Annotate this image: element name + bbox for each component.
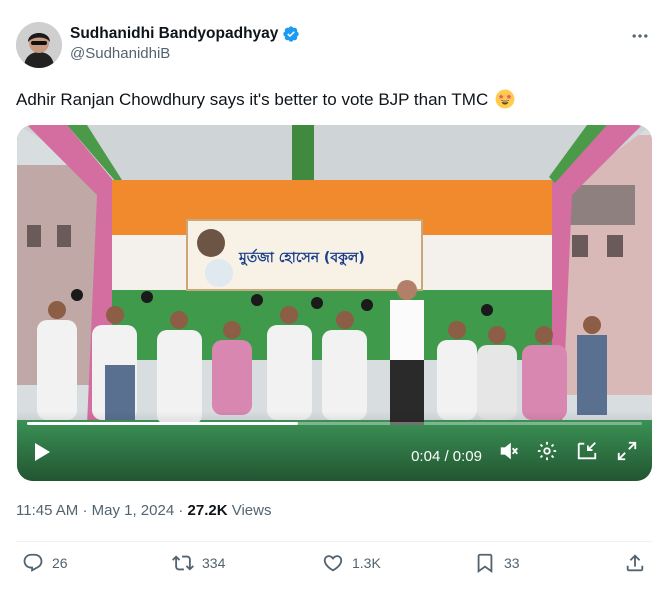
reply-count: 26 xyxy=(52,555,68,571)
tweet-meta: 11:45 AM · May 1, 2024 · 27.2K Views xyxy=(16,502,271,519)
bookmark-icon xyxy=(477,553,493,574)
video-progress-bar[interactable] xyxy=(27,422,642,425)
star-struck-emoji-icon xyxy=(495,89,515,109)
like-count: 1.3K xyxy=(352,555,381,571)
more-dots-icon[interactable] xyxy=(630,26,650,51)
author-handle[interactable]: @SudhanidhiB xyxy=(70,45,300,62)
meta-separator: · xyxy=(82,502,88,519)
verified-badge-icon xyxy=(283,26,300,42)
picture-in-picture-icon[interactable] xyxy=(576,440,598,467)
reply-button[interactable]: 26 xyxy=(22,552,68,574)
tweet-text: Adhir Ranjan Chowdhury says it's better … xyxy=(16,89,515,111)
video-time: 0:04 / 0:09 xyxy=(411,448,482,465)
banner-text: মুর্তজা হোসেন (বকুল) xyxy=(238,248,365,266)
avatar[interactable] xyxy=(16,22,62,68)
reply-icon xyxy=(23,553,43,572)
fullscreen-icon[interactable] xyxy=(616,440,638,467)
gear-icon[interactable] xyxy=(536,440,558,467)
tweet-text-content: Adhir Ranjan Chowdhury says it's better … xyxy=(16,90,489,109)
video-progress-fill xyxy=(27,422,298,425)
repost-count: 334 xyxy=(202,555,226,571)
bookmark-button[interactable]: 33 xyxy=(474,552,520,574)
views-count: 27.2K xyxy=(187,502,228,519)
meta-separator-2: · xyxy=(178,502,184,519)
like-button[interactable]: 1.3K xyxy=(322,552,381,574)
heart-icon xyxy=(323,555,343,572)
author-names: Sudhanidhi Bandyopadhyay @SudhanidhiB xyxy=(70,25,300,62)
video-player[interactable]: মুর্তজা হোসেন (বকুল) 0:04 / 0:09 xyxy=(17,125,652,481)
share-icon xyxy=(626,554,644,572)
bookmark-count: 33 xyxy=(504,555,520,571)
divider xyxy=(16,541,652,542)
views-label: Views xyxy=(231,502,272,519)
author-display-name[interactable]: Sudhanidhi Bandyopadhyay xyxy=(70,25,278,43)
tweet-time[interactable]: 11:45 AM xyxy=(16,502,78,519)
mute-icon[interactable] xyxy=(498,440,520,467)
repost-button[interactable]: 334 xyxy=(172,552,225,574)
tweet-date[interactable]: May 1, 2024 xyxy=(92,502,175,519)
tweet-header: Sudhanidhi Bandyopadhyay @SudhanidhiB xyxy=(16,22,652,70)
share-button[interactable] xyxy=(624,552,646,574)
tweet-actions: 26 334 1.3K 33 xyxy=(16,552,652,582)
repost-icon xyxy=(172,555,194,571)
play-icon[interactable] xyxy=(33,442,51,467)
